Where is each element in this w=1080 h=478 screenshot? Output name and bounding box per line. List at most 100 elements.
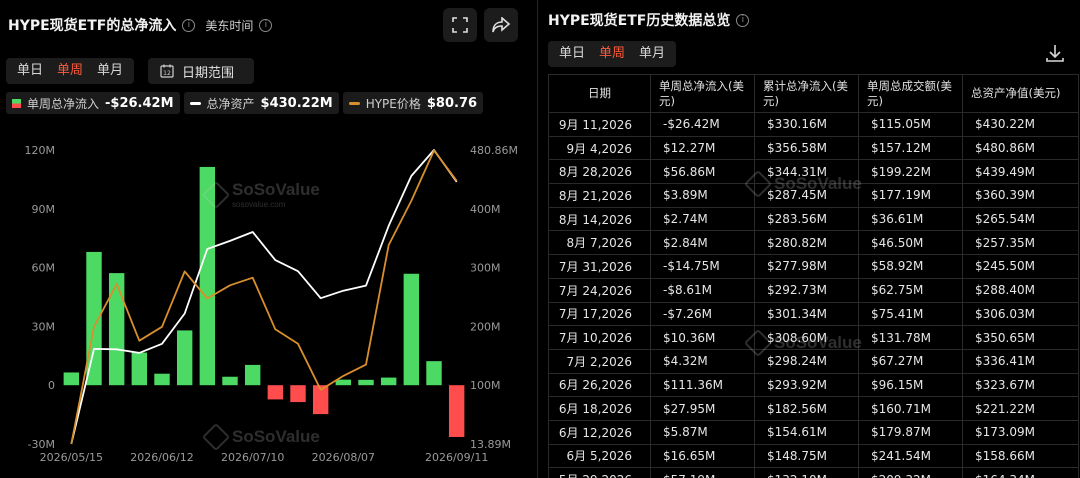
cell-weekly-volume: $177.19M [858, 183, 963, 208]
legend-item-net-assets[interactable]: 总净资产 $430.22M [183, 92, 339, 114]
y-left-tick-label: 0 [48, 379, 55, 392]
inflow-chart[interactable]: 120M 90M 60M 30M 0 -30M 480.86M 400M 300M 200M 10… [0, 130, 530, 478]
cell-date: 6月 5,2026 [548, 443, 651, 469]
inflow-bar [86, 251, 102, 386]
cell-cumulative-inflow: $356.58M [754, 135, 859, 161]
chart-title: HYPE现货ETF的总净流入 [8, 18, 177, 34]
cell-weekly-inflow: $56.86M [650, 159, 755, 185]
timezone-info-icon[interactable]: i [259, 18, 273, 32]
table-row[interactable]: 9月 4,2026 $12.27M $356.58M $157.12M $480.86M [548, 135, 1079, 161]
table-row[interactable]: 8月 14,2026 $2.74M $283.56M $36.61M $265.54M [548, 206, 1079, 232]
cell-weekly-volume: $115.05M [858, 112, 963, 137]
table-row[interactable]: 8月 7,2026 $2.84M $280.82M $46.50M $257.35M [548, 230, 1079, 256]
table-row[interactable]: 6月 18,2026 $27.95M $182.56M $160.71M $221.22… [548, 396, 1079, 421]
tab-weekly[interactable]: 单周 [592, 41, 632, 67]
cell-date: 8月 28,2026 [548, 159, 651, 185]
cell-cumulative-inflow: $308.60M [754, 325, 859, 350]
cell-weekly-inflow: $2.84M [650, 230, 755, 256]
table-row[interactable]: 8月 21,2026 $3.89M $287.45M $177.19M $360.39M [548, 183, 1079, 208]
table-row[interactable]: 7月 31,2026 -$14.75M $277.98M $58.92M $245.50… [548, 254, 1079, 279]
period-tabs: 单日 单周 单月 [6, 58, 135, 84]
y-right-tick-label: 400M [470, 203, 501, 216]
cell-date: 9月 11,2026 [548, 112, 651, 137]
date-range-button[interactable]: 12 日期范围 [148, 58, 254, 84]
cell-date: 7月 17,2026 [548, 301, 651, 327]
legend-item-weekly-inflow[interactable]: 单周总净流入 -$26.42M [6, 92, 180, 114]
column-header-date[interactable]: 日期 [548, 74, 651, 113]
cell-weekly-inflow: $16.65M [650, 443, 755, 469]
column-header-weekly-volume[interactable]: 单周总成交额(美元) [858, 74, 963, 113]
inflow-bar [63, 372, 80, 386]
table-row[interactable]: 8月 28,2026 $56.86M $344.31M $199.22M $439.49… [548, 159, 1079, 185]
y-axis-left: 120M 90M 60M 30M 0 -30M [25, 144, 56, 451]
column-header-net-assets[interactable]: 总资产净值(美元) [962, 74, 1079, 113]
y-right-tick-label: 13.89M [470, 438, 511, 451]
tab-daily[interactable]: 单日 [10, 58, 50, 84]
cell-net-assets: $350.65M [962, 325, 1079, 350]
cell-weekly-volume: $75.41M [858, 301, 963, 327]
cell-cumulative-inflow: $283.56M [754, 206, 859, 232]
cell-net-assets: $288.40M [962, 277, 1079, 303]
fullscreen-icon [452, 17, 468, 33]
table-row[interactable]: 7月 17,2026 -$7.26M $301.34M $75.41M $306.03M [548, 301, 1079, 327]
tab-weekly[interactable]: 单周 [50, 58, 90, 84]
inflow-bar [154, 373, 170, 386]
legend-name: 总净资产 [206, 96, 255, 111]
inflow-chart-panel: HYPE现货ETF的总净流入 i 美东时间 i 单日 单周 单月 12 日期范围… [0, 0, 530, 478]
cell-weekly-inflow: $57.19M [650, 467, 755, 478]
chart-legend: 单周总净流入 -$26.42M 总净资产 $430.22M HYPE价格 $80… [6, 92, 484, 114]
calendar-icon: 12 [160, 64, 174, 78]
inflow-bar [426, 361, 442, 386]
cell-date: 8月 7,2026 [548, 230, 651, 256]
cell-net-assets: $323.67M [962, 372, 1079, 398]
cell-net-assets: $430.22M [962, 112, 1079, 137]
table-row[interactable]: 5月 29,2026$57.19M$132.10M$209.32M$164.34… [548, 467, 1079, 478]
cell-date: 8月 21,2026 [548, 183, 651, 208]
cell-weekly-volume: $67.27M [858, 348, 963, 374]
inflow-bar [380, 377, 397, 386]
table-header-row: 日期 单周总净流入(美元) 累计总净流入(美元) 单周总成交额(美元) 总资产净… [548, 74, 1079, 113]
history-title-row: HYPE现货ETF历史数据总览 i [548, 10, 750, 30]
panel-divider [537, 0, 538, 478]
tab-monthly[interactable]: 单月 [90, 58, 130, 84]
cell-net-assets: $245.50M [962, 254, 1079, 279]
calendar-icon-number: 12 [163, 70, 171, 77]
info-icon[interactable]: i [736, 13, 750, 27]
table-row[interactable]: 6月 26,2026 $111.36M $293.92M $96.15M $323.67… [548, 372, 1079, 398]
tab-daily[interactable]: 单日 [552, 41, 592, 67]
fullscreen-button[interactable] [443, 8, 477, 42]
table-row[interactable]: 6月 5,2026 $16.65M $148.75M $241.54M $158.66M [548, 443, 1079, 469]
table-row[interactable]: 9月 11,2026 -$26.42M $330.16M $115.05M $430.2… [548, 112, 1079, 137]
info-icon[interactable]: i [182, 18, 196, 32]
x-axis: 2026/05/15 2026/06/12 2026/07/10 2026/08/07… [40, 451, 489, 464]
table-row[interactable]: 7月 24,2026 -$8.61M $292.73M $62.75M $288.40M [548, 277, 1079, 303]
legend-item-hype-price[interactable]: HYPE价格 $80.76 [342, 92, 484, 114]
cell-cumulative-inflow: $277.98M [754, 254, 859, 279]
column-header-cumulative-inflow[interactable]: 累计总净流入(美元) [754, 74, 859, 113]
table-row[interactable]: 7月 10,2026 $10.36M $308.60M $131.78M $350.65… [548, 325, 1079, 350]
share-button[interactable] [484, 8, 518, 42]
y-right-tick-label: 480.86M [470, 144, 518, 157]
cell-weekly-inflow: $3.89M [650, 183, 755, 208]
y-left-tick-label: 60M [32, 262, 56, 275]
legend-name: 单周总净流入 [27, 96, 100, 111]
tab-monthly[interactable]: 单月 [632, 41, 672, 67]
line-swatch-icon [189, 101, 201, 105]
cell-date: 7月 31,2026 [548, 254, 651, 279]
y-left-tick-label: 30M [32, 320, 56, 333]
cell-weekly-inflow: $27.95M [650, 396, 755, 421]
table-row[interactable]: 6月 12,2026 $5.87M $154.61M $179.87M $173.09M [548, 419, 1079, 445]
hype-price-line [70, 149, 458, 445]
y-axis-right: 480.86M 400M 300M 200M 100M 13.89M [470, 144, 518, 451]
cell-date: 6月 12,2026 [548, 419, 651, 445]
column-header-weekly-inflow[interactable]: 单周总净流入(美元) [650, 74, 755, 113]
date-range-label: 日期范围 [182, 65, 235, 81]
table-row[interactable]: 7月 2,2026 $4.32M $298.24M $67.27M $336.41M [548, 348, 1079, 374]
cell-weekly-inflow: $12.27M [650, 135, 755, 161]
cell-weekly-inflow: -$14.75M [650, 254, 755, 279]
line-series [70, 149, 458, 445]
download-icon[interactable] [1044, 42, 1066, 64]
cell-weekly-inflow: -$26.42M [650, 112, 755, 137]
x-tick-label: 2026/08/07 [312, 451, 375, 464]
cell-date: 7月 24,2026 [548, 277, 651, 303]
